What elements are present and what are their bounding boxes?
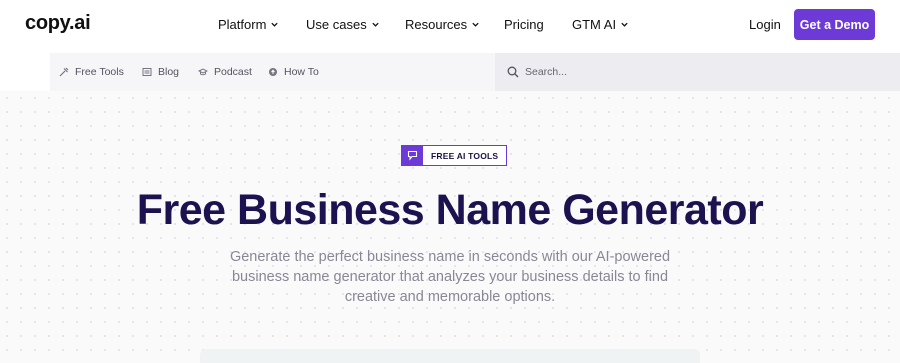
secondary-navigation: Free Tools Blog Podcast How To xyxy=(50,53,495,91)
nav-use-cases-label: Use cases xyxy=(306,17,367,32)
badge-label: FREE AI TOOLS xyxy=(431,150,499,161)
subnav-how-to[interactable]: How To xyxy=(268,66,319,78)
nav-resources-label: Resources xyxy=(405,17,468,32)
subnav-how-to-label: How To xyxy=(284,66,319,78)
nav-pricing-label: Pricing xyxy=(504,17,544,32)
nav-gtm-ai-label: GTM AI xyxy=(572,17,617,32)
chevron-down-icon xyxy=(472,22,479,27)
copyai-logo[interactable]: copy.ai xyxy=(25,12,91,35)
search-icon xyxy=(507,66,519,78)
tools-icon xyxy=(59,67,69,77)
chevron-down-icon xyxy=(621,22,628,27)
generator-panel xyxy=(200,349,700,363)
nav-pricing[interactable]: Pricing xyxy=(504,17,544,32)
hero-description: Generate the perfect business name in se… xyxy=(229,249,671,305)
subnav-free-tools[interactable]: Free Tools xyxy=(59,66,124,78)
nav-use-cases[interactable]: Use cases xyxy=(306,17,380,32)
subnav-blog[interactable]: Blog xyxy=(142,66,179,78)
search-input[interactable] xyxy=(525,62,885,82)
nav-gtm-ai[interactable]: GTM AI xyxy=(572,17,629,32)
nav-resources[interactable]: Resources xyxy=(405,17,480,32)
subnav-blog-label: Blog xyxy=(158,66,180,78)
login-link[interactable]: Login xyxy=(749,17,781,32)
nav-platform[interactable]: Platform xyxy=(218,17,279,32)
search-bar xyxy=(495,53,900,91)
podcast-icon xyxy=(198,68,208,76)
nav-platform-label: Platform xyxy=(218,17,267,32)
subnav-podcast[interactable]: Podcast xyxy=(198,66,252,78)
howto-icon xyxy=(269,68,277,76)
chat-icon xyxy=(402,146,423,165)
page-title: Free Business Name Generator xyxy=(136,186,764,234)
blog-icon xyxy=(142,68,152,76)
get-a-demo-button[interactable]: Get a Demo xyxy=(794,9,875,40)
top-navigation: copy.ai Platform Use cases Resources Pri… xyxy=(0,0,900,50)
free-ai-tools-badge: FREE AI TOOLS xyxy=(401,145,508,166)
subnav-free-tools-label: Free Tools xyxy=(75,66,124,78)
chevron-down-icon xyxy=(271,22,279,27)
hero-section: FREE AI TOOLS Free Business Name Generat… xyxy=(0,91,900,363)
subnav-podcast-label: Podcast xyxy=(214,66,252,78)
chevron-down-icon xyxy=(372,22,379,27)
